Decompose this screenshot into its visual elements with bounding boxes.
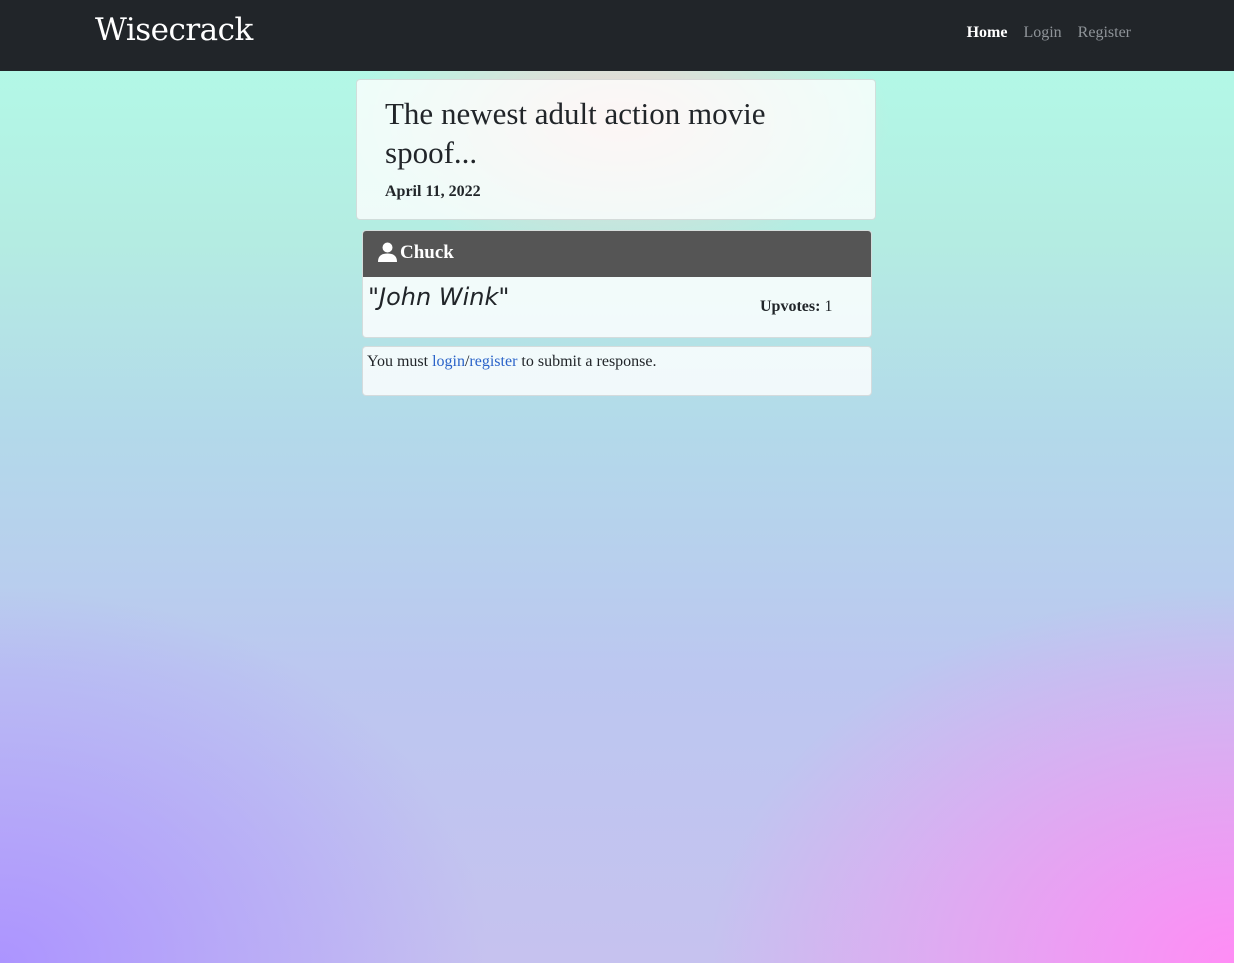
brand-logo[interactable]: Wisecrack — [95, 12, 253, 48]
login-notice: You must login/register to submit a resp… — [362, 346, 872, 396]
nav-home[interactable]: Home — [967, 24, 1008, 42]
notice-suffix: to submit a response. — [517, 353, 657, 370]
notice-prefix: You must — [367, 353, 433, 370]
nav-login[interactable]: Login — [1023, 24, 1061, 42]
response-card: Chuck "John Wink" Upvotes: 1 — [362, 230, 872, 338]
register-link[interactable]: register — [469, 353, 517, 370]
response-username: Chuck — [400, 242, 454, 263]
upvote-count: Upvotes: 1 — [760, 298, 832, 316]
response-header: Chuck — [363, 231, 871, 277]
upvotes-label: Upvotes: — [760, 298, 821, 315]
user-icon — [378, 242, 397, 262]
navbar: Wisecrack Home Login Register — [0, 0, 1234, 71]
post-title: The newest adult action movie spoof... — [385, 96, 766, 170]
post-date: April 11, 2022 — [385, 183, 481, 200]
login-link[interactable]: login — [432, 353, 465, 370]
nav-register[interactable]: Register — [1078, 24, 1131, 42]
nav-links: Home Login Register — [967, 24, 1131, 42]
upvotes-value: 1 — [824, 298, 833, 315]
response-text: "John Wink" — [368, 283, 510, 311]
post-card: The newest adult action movie spoof... A… — [356, 79, 876, 220]
